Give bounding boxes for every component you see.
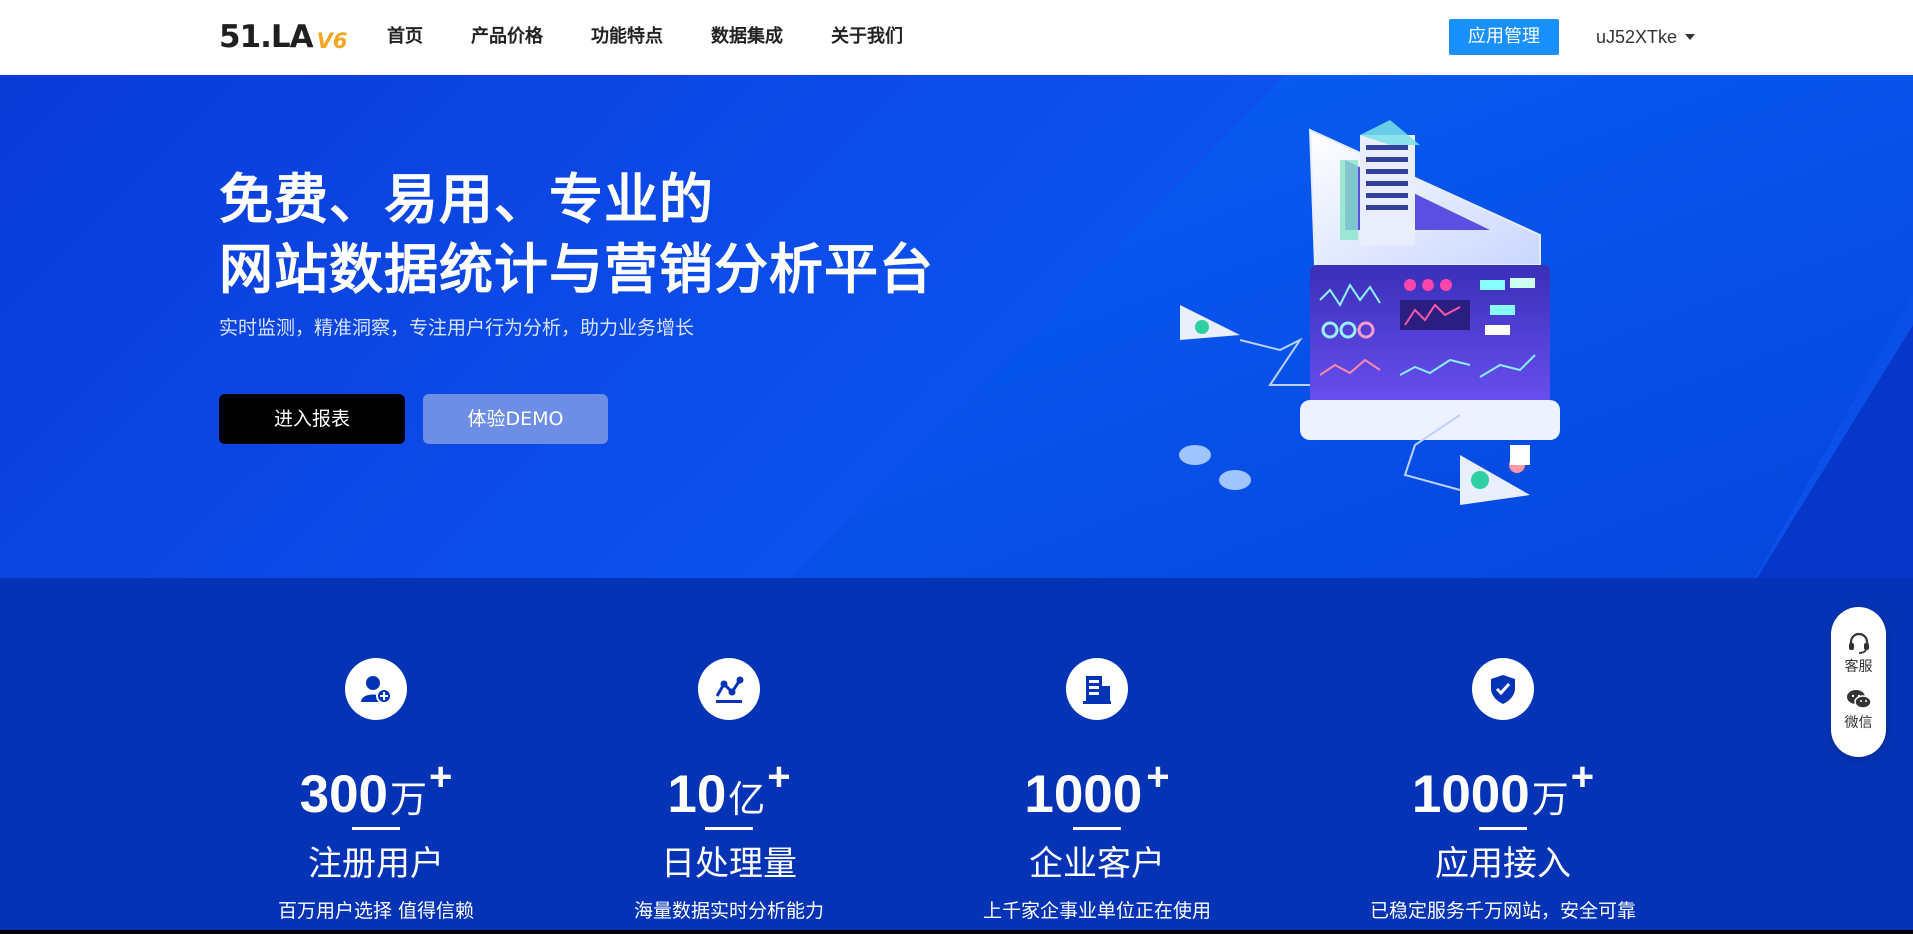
app-management-button[interactable]: 应用管理 xyxy=(1449,19,1559,55)
main-nav: 首页 产品价格 功能特点 数据集成 关于我们 xyxy=(387,24,951,50)
stat-description: 百万用户选择 值得信赖 xyxy=(277,900,475,922)
wechat-button[interactable]: 微信 xyxy=(1845,688,1873,732)
stat-value: 1000 xyxy=(1411,765,1530,824)
wechat-icon xyxy=(1846,690,1872,709)
nav-item-pricing[interactable]: 产品价格 xyxy=(471,24,543,50)
stat-divider xyxy=(352,827,400,830)
stat-unit: 万 xyxy=(390,778,428,821)
stat-label: 注册用户 xyxy=(308,844,444,884)
stat-divider xyxy=(1479,827,1527,830)
stat-divider xyxy=(1073,827,1121,830)
stat-number: 300万+ xyxy=(196,745,556,824)
stat-divider xyxy=(705,827,753,830)
stat-registered-users: 300万+ 注册用户 百万用户选择 值得信赖 xyxy=(196,578,556,924)
caret-down-icon xyxy=(1685,34,1696,40)
stat-enterprise-customers: 1000 + 企业客户 上千家企事业单位正在使用 xyxy=(917,578,1277,924)
stat-value: 300 xyxy=(299,765,389,824)
stat-number: 10亿+ xyxy=(549,745,909,824)
chart-line-icon xyxy=(698,658,760,720)
stat-value: 10 xyxy=(667,765,727,824)
user-menu[interactable]: uJ52XTke xyxy=(1596,24,1696,50)
stat-plus: + xyxy=(1570,755,1595,799)
headset-icon xyxy=(1848,632,1869,654)
hero-banner: 免费、易用、专业的 网站数据统计与营销分析平台 实时监测，精准洞察，专注用户行为… xyxy=(0,75,1913,578)
nav-item-integration[interactable]: 数据集成 xyxy=(711,24,783,50)
hero-subtitle: 实时监测，精准洞察，专注用户行为分析，助力业务增长 xyxy=(219,317,695,339)
stat-unit: 万 xyxy=(1531,778,1569,821)
stat-daily-processing: 10亿+ 日处理量 海量数据实时分析能力 xyxy=(549,578,909,924)
hero-title: 免费、易用、专业的 网站数据统计与营销分析平台 xyxy=(219,165,934,305)
building-icon xyxy=(1066,658,1128,720)
nav-item-about[interactable]: 关于我们 xyxy=(831,24,903,50)
bottom-border xyxy=(0,930,1913,934)
stat-number: 1000万+ xyxy=(1323,745,1683,824)
stat-label: 应用接入 xyxy=(1435,844,1571,884)
top-navigation-bar: 51.LA V6 首页 产品价格 功能特点 数据集成 关于我们 应用管理 uJ5… xyxy=(0,0,1913,75)
stat-label: 企业客户 xyxy=(1029,844,1165,884)
hero-title-line2: 网站数据统计与营销分析平台 xyxy=(219,238,934,301)
stat-plus: + xyxy=(429,755,453,799)
customer-service-button[interactable]: 客服 xyxy=(1845,632,1873,676)
nav-item-features[interactable]: 功能特点 xyxy=(591,24,663,50)
stat-description: 海量数据实时分析能力 xyxy=(633,900,824,922)
logo-version: V6 xyxy=(316,29,348,53)
hero-illustration xyxy=(1179,120,1560,505)
stat-plus: + xyxy=(767,755,791,799)
stats-section: 300万+ 注册用户 百万用户选择 值得信赖 10亿+ 日处理量 海量数据实时分… xyxy=(0,578,1913,934)
stat-plus: + xyxy=(1146,755,1170,799)
stat-number: 1000 + xyxy=(917,745,1277,824)
stat-description: 上千家企事业单位正在使用 xyxy=(982,900,1211,922)
customer-service-label: 客服 xyxy=(1844,659,1873,675)
stat-description: 已稳定服务千万网站，安全可靠 xyxy=(1369,900,1636,922)
try-demo-button[interactable]: 体验DEMO xyxy=(423,394,608,444)
logo-text: 51.LA xyxy=(219,19,314,55)
wechat-label: 微信 xyxy=(1844,715,1873,731)
nav-item-home[interactable]: 首页 xyxy=(387,24,423,50)
logo[interactable]: 51.LA V6 xyxy=(219,19,348,55)
stat-label: 日处理量 xyxy=(661,844,797,884)
stat-unit: 亿 xyxy=(728,778,766,821)
user-add-icon xyxy=(345,658,407,720)
hero-title-line1: 免费、易用、专业的 xyxy=(219,168,714,231)
stat-app-access: 1000万+ 应用接入 已稳定服务千万网站，安全可靠 xyxy=(1323,578,1683,924)
floating-contact-widget: 客服 微信 xyxy=(1831,607,1886,757)
stat-value: 1000 xyxy=(1024,765,1143,824)
shield-check-icon xyxy=(1472,658,1534,720)
username: uJ52XTke xyxy=(1596,27,1678,47)
enter-report-button[interactable]: 进入报表 xyxy=(219,394,405,444)
